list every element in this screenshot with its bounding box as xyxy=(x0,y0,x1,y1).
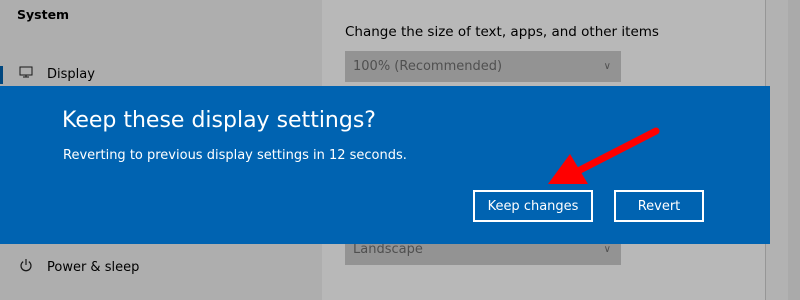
revert-button[interactable]: Revert xyxy=(614,190,704,222)
dialog-message: Reverting to previous display settings i… xyxy=(63,148,407,163)
keep-settings-dialog: Keep these display settings? Reverting t… xyxy=(0,86,770,244)
keep-changes-button[interactable]: Keep changes xyxy=(473,190,593,222)
settings-screen: System Display Power & sleep Change the … xyxy=(0,0,800,300)
dialog-title: Keep these display settings? xyxy=(62,108,376,133)
